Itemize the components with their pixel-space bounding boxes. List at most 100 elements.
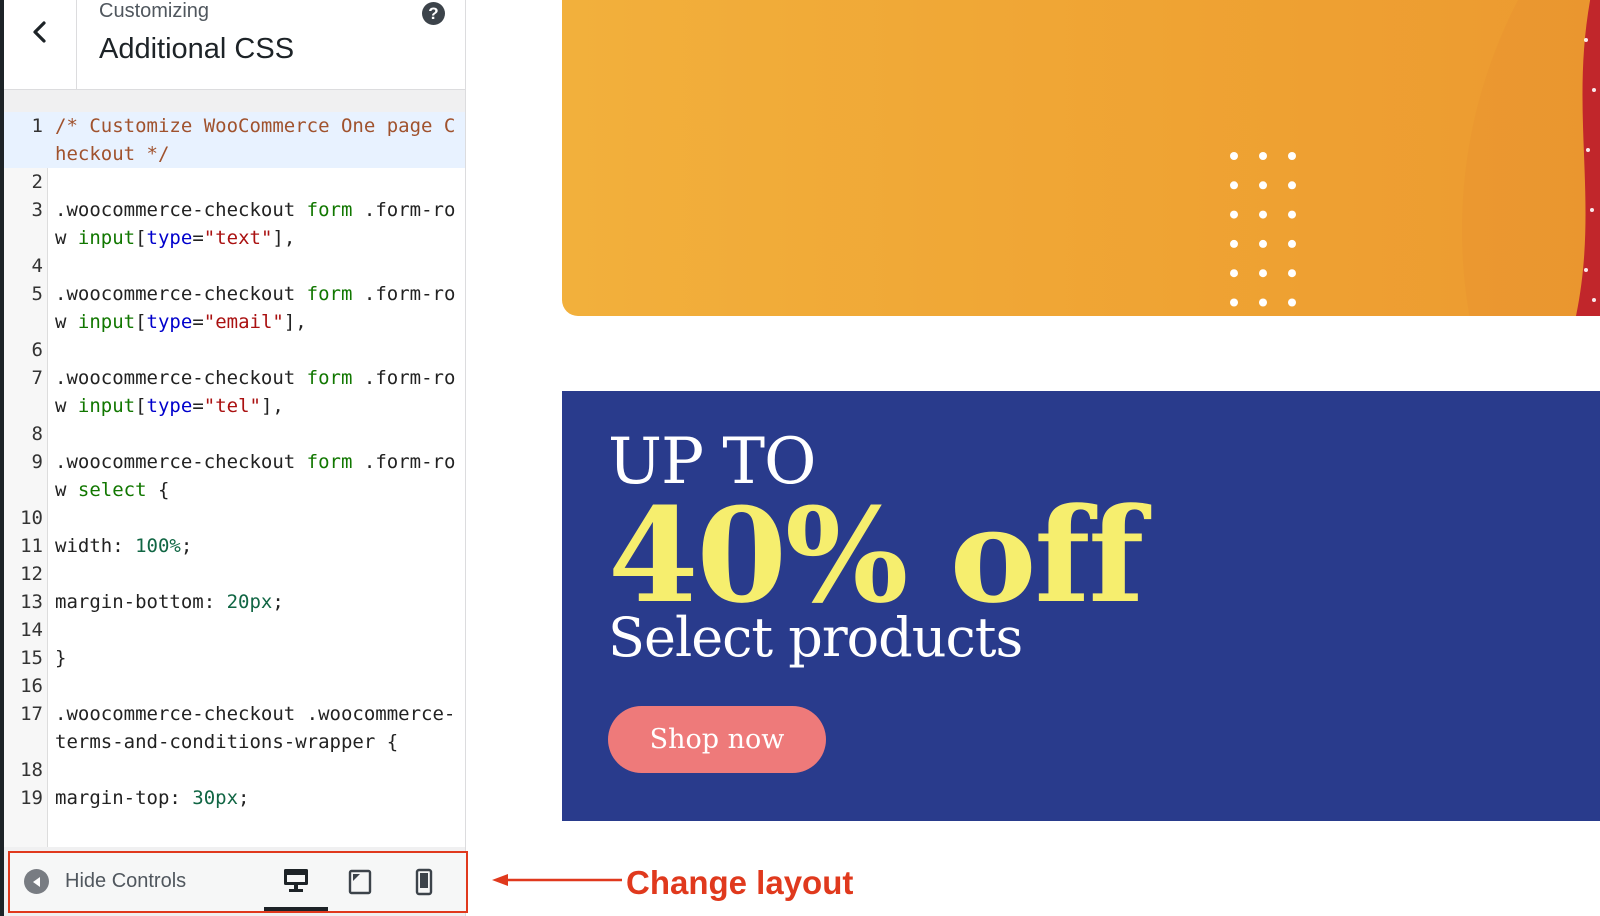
code-token: /* Customize WooCommerce One page Checko… — [55, 115, 456, 165]
code-token: .woocommerce-checkout — [55, 367, 307, 389]
line-number: 8 — [31, 423, 43, 445]
code-token: = — [192, 395, 204, 417]
decoration-dot — [1230, 269, 1238, 278]
code-token: margin-top: — [55, 787, 193, 809]
line-number: 11 — [20, 535, 43, 557]
decoration-dot — [1230, 298, 1238, 307]
code-line[interactable]: 7 .woocommerce-checkout form .form-row in… — [4, 364, 465, 420]
code-token: select — [77, 479, 147, 501]
code-token: ], — [272, 227, 296, 249]
header-texts: Customizing Additional CSS — [99, 0, 294, 66]
decoration-dot — [1259, 152, 1267, 160]
line-number: 9 — [31, 451, 43, 473]
line-number: 18 — [20, 759, 43, 781]
line-number: 13 — [20, 591, 43, 613]
customizer-footer: Hide Controls — [8, 851, 468, 913]
code-line[interactable]: 10​ — [4, 504, 465, 532]
customizing-label: Customizing — [99, 0, 210, 22]
code-line[interactable]: 14​ — [4, 616, 465, 644]
line-number: 3 — [31, 199, 43, 221]
mobile-icon — [415, 868, 433, 896]
code-token: = — [192, 227, 204, 249]
code-token: .woocommerce-checkout — [55, 199, 307, 221]
code-token: input — [77, 311, 136, 333]
code-token: 100% — [135, 535, 181, 557]
code-token: .woocommerce-checkout .woocommerce-terms… — [55, 703, 456, 753]
code-token: input — [77, 395, 136, 417]
css-code-editor[interactable]: 1 /* Customize WooCommerce One page Check… — [4, 112, 465, 847]
code-token: ; — [272, 591, 284, 613]
code-token: "email" — [203, 311, 284, 333]
tablet-preview-button[interactable] — [328, 853, 392, 911]
code-token: [ — [135, 311, 147, 333]
code-token: .woocommerce-checkout — [55, 283, 307, 305]
code-line[interactable]: 1 /* Customize WooCommerce One page Check… — [4, 112, 465, 168]
code-line[interactable]: 11 width: 100%; — [4, 532, 465, 560]
orange-hero-banner — [562, 0, 1600, 316]
decoration-dot — [1230, 239, 1238, 248]
customizer-header: Customizing Additional CSS ? — [4, 0, 465, 90]
code-line[interactable]: 4​ — [4, 252, 465, 280]
code-token: 20px — [226, 591, 273, 613]
hide-controls-button[interactable]: Hide Controls — [24, 869, 186, 894]
code-line[interactable]: 12​ — [4, 560, 465, 588]
code-token: } — [55, 647, 67, 669]
line-number: 16 — [20, 675, 43, 697]
code-token: form — [306, 283, 353, 305]
promo-subtitle: Select products — [608, 606, 1023, 669]
annotation-arrow-icon — [492, 874, 622, 886]
line-number: 1 — [31, 115, 43, 137]
code-line[interactable]: 3 .woocommerce-checkout form .form-row in… — [4, 196, 465, 252]
line-number: 17 — [20, 703, 43, 725]
line-number: 12 — [20, 563, 43, 585]
code-line[interactable]: 2​ — [4, 168, 465, 196]
line-number: 14 — [20, 619, 43, 641]
annotation-label: Change layout — [626, 864, 854, 901]
banner-decoration — [1230, 0, 1600, 316]
decoration-dot — [1259, 181, 1267, 190]
code-line[interactable]: 6​ — [4, 336, 465, 364]
code-line[interactable]: 8​ — [4, 420, 465, 448]
code-token: ], — [283, 311, 307, 333]
mobile-preview-button[interactable] — [392, 853, 456, 911]
promo-banner: UP TO 40% off Select products Shop now — [562, 391, 1600, 821]
decoration-dot — [1288, 298, 1296, 307]
code-line[interactable]: 19 margin-top: 30px; — [4, 784, 465, 812]
code-line[interactable]: 18​ — [4, 756, 465, 784]
code-line[interactable]: 15} — [4, 644, 465, 672]
back-button[interactable] — [4, 0, 77, 90]
line-number: 10 — [20, 507, 43, 529]
code-token: margin-bottom: — [55, 591, 227, 613]
decoration-dot — [1259, 298, 1267, 307]
line-number: 6 — [31, 339, 43, 361]
code-token: 30px — [192, 787, 239, 809]
code-line[interactable]: 17 .woocommerce-checkout .woocommerce-ter… — [4, 700, 465, 756]
code-token: ], — [260, 395, 284, 417]
code-token: = — [192, 311, 204, 333]
decoration-dot — [1230, 152, 1238, 160]
code-token: form — [306, 199, 353, 221]
line-number: 5 — [31, 283, 43, 305]
line-number: 7 — [31, 367, 43, 389]
shop-now-button[interactable]: Shop now — [608, 706, 826, 773]
code-token: .woocommerce-checkout — [55, 451, 307, 473]
tablet-icon — [348, 869, 372, 895]
code-line[interactable]: 5 .woocommerce-checkout form .form-row in… — [4, 280, 465, 336]
decoration-dot — [1288, 152, 1296, 160]
code-token: { — [146, 479, 170, 501]
decoration-dot — [1259, 239, 1267, 248]
code-token: [ — [135, 395, 147, 417]
decoration-dot — [1288, 239, 1296, 248]
code-token: input — [77, 227, 136, 249]
help-button[interactable]: ? — [422, 2, 445, 25]
code-token: [ — [135, 227, 147, 249]
code-token: width: — [55, 535, 136, 557]
code-token: form — [306, 367, 353, 389]
desktop-preview-button[interactable] — [264, 853, 328, 911]
code-token: type — [146, 395, 193, 417]
code-line[interactable]: 16​ — [4, 672, 465, 700]
decoration-dot — [1288, 181, 1296, 190]
code-line[interactable]: 13 margin-bottom: 20px; — [4, 588, 465, 616]
hide-controls-label: Hide Controls — [65, 870, 187, 892]
code-line[interactable]: 9 .woocommerce-checkout form .form-row se… — [4, 448, 465, 504]
